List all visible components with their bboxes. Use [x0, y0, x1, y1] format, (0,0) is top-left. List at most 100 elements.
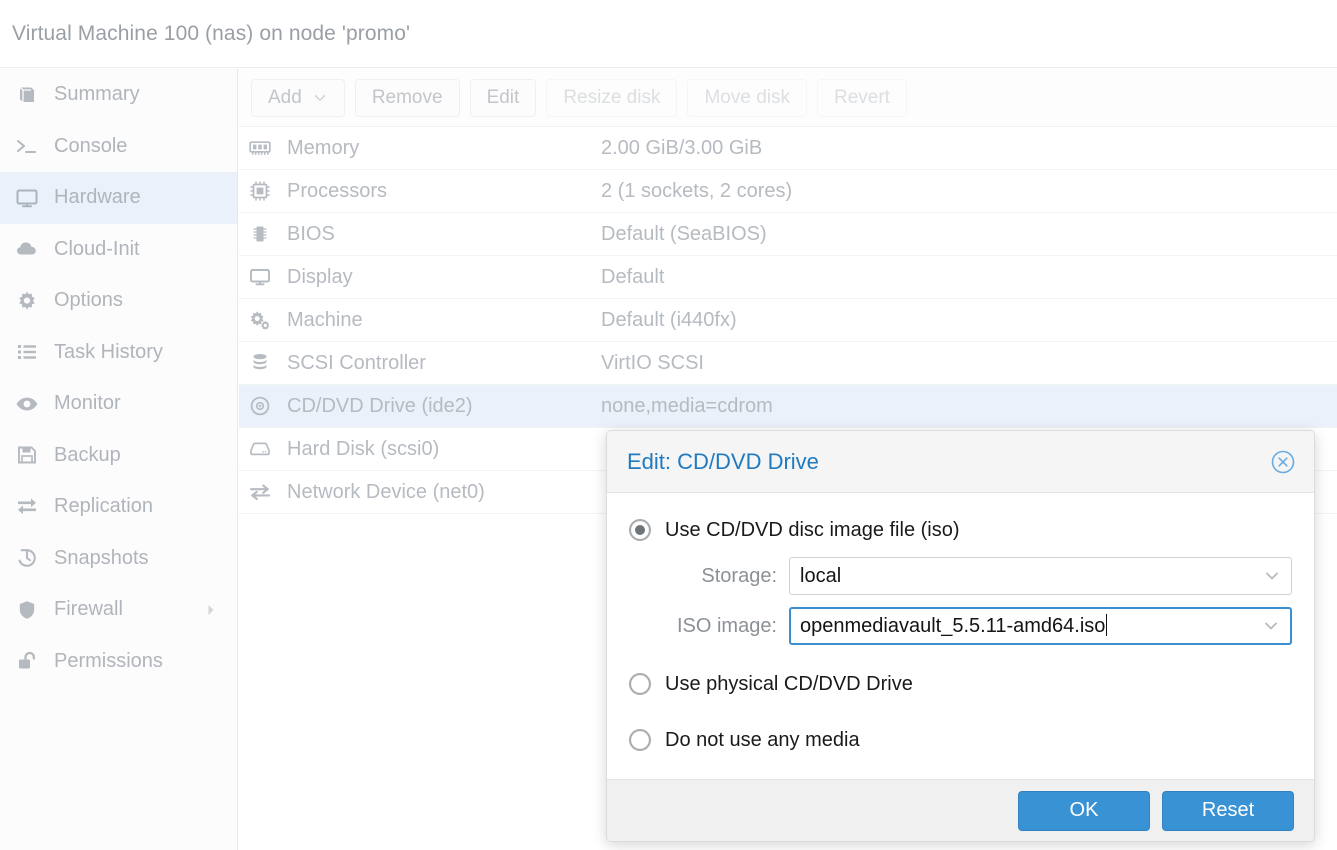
- ok-button[interactable]: OK: [1018, 790, 1150, 831]
- sidebar-item-label: Backup: [54, 443, 121, 466]
- reset-button[interactable]: Reset: [1162, 790, 1294, 831]
- table-row[interactable]: Memory 2.00 GiB/3.00 GiB: [239, 127, 1337, 170]
- sidebar-item-label: Snapshots: [54, 546, 149, 569]
- page-title: Virtual Machine 100 (nas) on node 'promo…: [12, 21, 411, 45]
- revert-button: Revert: [817, 78, 907, 117]
- sidebar-item-snapshots[interactable]: Snapshots: [0, 533, 237, 585]
- chevron-right-icon[interactable]: [199, 602, 223, 618]
- radio-indicator: [629, 673, 651, 695]
- hardware-item-name: Network Device (net0): [287, 480, 485, 503]
- cpu-icon: [239, 180, 281, 202]
- radio-no-media[interactable]: Do not use any media: [629, 723, 1292, 757]
- sidebar-item-hardware[interactable]: Hardware: [0, 172, 237, 224]
- radio-label: Use physical CD/DVD Drive: [665, 672, 913, 695]
- chevron-down-icon[interactable]: [1253, 558, 1291, 594]
- gear-icon: [12, 288, 42, 314]
- button-label: Edit: [486, 86, 520, 108]
- iso-image-combobox[interactable]: openmediavault_5.5.11-amd64.iso: [789, 607, 1292, 645]
- hardware-item-value: 2 (1 sockets, 2 cores): [601, 179, 793, 202]
- sidebar-item-firewall[interactable]: Firewall: [0, 584, 237, 636]
- hardware-item-value: 2.00 GiB/3.00 GiB: [601, 136, 763, 159]
- table-row[interactable]: Machine Default (i440fx): [239, 299, 1337, 342]
- radio-label: Do not use any media: [665, 728, 860, 751]
- table-row[interactable]: BIOS Default (SeaBIOS): [239, 213, 1337, 256]
- button-label: Remove: [371, 86, 443, 108]
- remove-button[interactable]: Remove: [354, 78, 460, 117]
- eye-icon: [12, 391, 42, 417]
- list-icon: [12, 339, 42, 365]
- hardware-item-name: Display: [287, 265, 353, 288]
- hardware-item-name: Hard Disk (scsi0): [287, 437, 440, 460]
- radio-indicator: [629, 519, 651, 541]
- button-label: Add: [268, 86, 302, 108]
- display-icon: [239, 267, 281, 287]
- sidebar-item-backup[interactable]: Backup: [0, 430, 237, 482]
- bios-chip-icon: [239, 223, 281, 245]
- chevron-down-icon: [312, 90, 328, 106]
- iso-image-label: ISO image:: [676, 614, 777, 637]
- table-row[interactable]: SCSI Controller VirtIO SCSI: [239, 342, 1337, 385]
- sidebar-item-summary[interactable]: Summary: [0, 69, 237, 121]
- sidebar-item-console[interactable]: Console: [0, 121, 237, 173]
- monitor-icon: [12, 185, 42, 211]
- sidebar-item-replication[interactable]: Replication: [0, 481, 237, 533]
- dialog-header: Edit: CD/DVD Drive: [607, 431, 1314, 493]
- radio-indicator: [629, 729, 651, 751]
- terminal-icon: [12, 133, 42, 159]
- sidebar-item-label: Summary: [54, 83, 140, 106]
- chevron-down-icon[interactable]: [1252, 609, 1290, 643]
- cloud-icon: [12, 236, 42, 262]
- sidebar-item-label: Replication: [54, 495, 153, 518]
- hardware-item-value: Default (SeaBIOS): [601, 222, 767, 245]
- sidebar-item-label: Options: [54, 289, 123, 312]
- storage-field-row: Storage: local: [629, 557, 1292, 595]
- hardware-item-name: Machine: [287, 308, 363, 331]
- table-row[interactable]: CD/DVD Drive (ide2) none,media=cdrom: [239, 385, 1337, 428]
- resize-disk-button: Resize disk: [546, 78, 678, 117]
- sidebar-item-task-history[interactable]: Task History: [0, 327, 237, 379]
- edit-button[interactable]: Edit: [469, 78, 537, 117]
- sidebar-item-label: Firewall: [54, 598, 123, 621]
- sidebar-item-label: Permissions: [54, 649, 163, 672]
- storage-value: local: [800, 564, 842, 587]
- button-label: Move disk: [704, 86, 790, 108]
- database-icon: [239, 352, 281, 374]
- shield-icon: [12, 597, 42, 623]
- radio-use-iso-file[interactable]: Use CD/DVD disc image file (iso): [629, 513, 1292, 547]
- dialog-footer: OK Reset: [607, 779, 1314, 841]
- network-icon: [239, 482, 281, 502]
- sidebar-item-permissions[interactable]: Permissions: [0, 636, 237, 688]
- sidebar-item-label: Task History: [54, 340, 163, 363]
- iso-image-field-row: ISO image: openmediavault_5.5.11-amd64.i…: [629, 607, 1292, 645]
- gears-icon: [239, 309, 281, 331]
- move-disk-button: Move disk: [687, 78, 807, 117]
- table-row[interactable]: Processors 2 (1 sockets, 2 cores): [239, 170, 1337, 213]
- button-label: Resize disk: [563, 86, 661, 108]
- proxmox-vm-hardware-page: Virtual Machine 100 (nas) on node 'promo…: [0, 0, 1337, 850]
- hardware-toolbar: Add Remove Edit Resize disk Move disk Revert: [239, 69, 1337, 127]
- dialog-title: Edit: CD/DVD Drive: [627, 448, 819, 474]
- hardware-item-name: Processors: [287, 179, 388, 202]
- sidebar-item-cloud-init[interactable]: Cloud-Init: [0, 224, 237, 276]
- floppy-disk-icon: [12, 442, 42, 468]
- add-button[interactable]: Add: [251, 78, 345, 117]
- storage-combobox[interactable]: local: [789, 557, 1292, 595]
- hardware-item-name: CD/DVD Drive (ide2): [287, 394, 473, 417]
- sidebar-item-label: Hardware: [54, 186, 141, 209]
- sidebar-item-label: Console: [54, 134, 128, 157]
- dialog-body: Use CD/DVD disc image file (iso) Storage…: [607, 493, 1314, 779]
- hardware-item-value: none,media=cdrom: [601, 394, 773, 417]
- close-circle-icon[interactable]: [1268, 447, 1298, 477]
- sidebar-item-label: Cloud-Init: [54, 237, 140, 260]
- storage-label: Storage:: [701, 564, 777, 587]
- hardware-item-value: Default (i440fx): [601, 308, 737, 331]
- radio-use-physical-drive[interactable]: Use physical CD/DVD Drive: [629, 667, 1292, 701]
- sidebar-item-label: Monitor: [54, 392, 121, 415]
- sidebar-item-monitor[interactable]: Monitor: [0, 378, 237, 430]
- edit-cddvd-drive-dialog: Edit: CD/DVD Drive Use CD/DVD disc image…: [606, 430, 1315, 842]
- iso-image-value: openmediavault_5.5.11-amd64.iso: [800, 614, 1252, 638]
- hardware-item-name: BIOS: [287, 222, 335, 245]
- table-row[interactable]: Display Default: [239, 256, 1337, 299]
- radio-label: Use CD/DVD disc image file (iso): [665, 518, 960, 541]
- sidebar-item-options[interactable]: Options: [0, 275, 237, 327]
